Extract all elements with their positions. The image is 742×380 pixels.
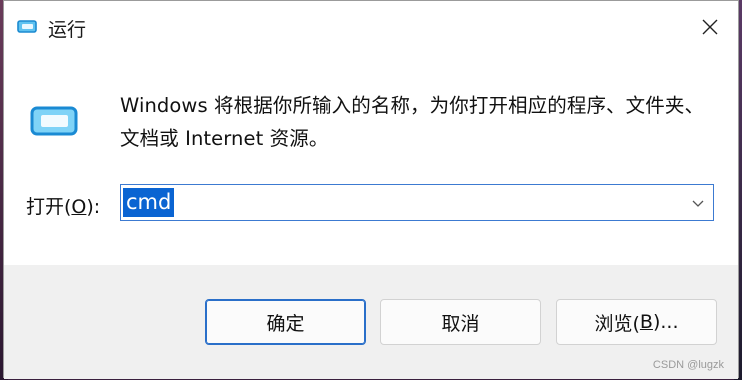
open-input[interactable]: cmd (123, 188, 175, 217)
window-title: 运行 (48, 19, 87, 41)
open-label: 打开(O): (26, 192, 100, 219)
dialog-description: Windows 将根据你所输入的名称，为你打开相应的程序、文件夹、文档或 Int… (120, 94, 705, 150)
cancel-button[interactable]: 取消 (380, 299, 541, 345)
title-bar: 运行 (4, 1, 738, 53)
browse-label-suffix: )... (652, 311, 679, 333)
close-icon (702, 19, 718, 35)
browse-label-prefix: 浏览( (594, 312, 640, 335)
close-button[interactable] (682, 1, 738, 53)
browse-button[interactable]: 浏览(B)... (556, 299, 717, 345)
run-icon (30, 106, 78, 136)
open-combobox[interactable]: cmd (120, 184, 714, 221)
ok-button[interactable]: 确定 (205, 299, 366, 345)
run-dialog: 运行 Windows 将根据你所输入的名称，为你打开相应的程序、文件夹、文档或 … (3, 0, 739, 379)
open-label-suffix: ): (86, 196, 101, 218)
watermark: CSDN @lugzk (652, 359, 724, 371)
open-label-prefix: 打开( (26, 196, 72, 218)
run-app-icon (17, 20, 37, 33)
button-bar: 确定 取消 浏览(B)... CSDN @lugzk (4, 265, 738, 379)
chevron-down-icon[interactable] (691, 198, 705, 208)
open-label-mnemonic: O (71, 196, 87, 218)
browse-label-mnemonic: B (639, 311, 653, 333)
